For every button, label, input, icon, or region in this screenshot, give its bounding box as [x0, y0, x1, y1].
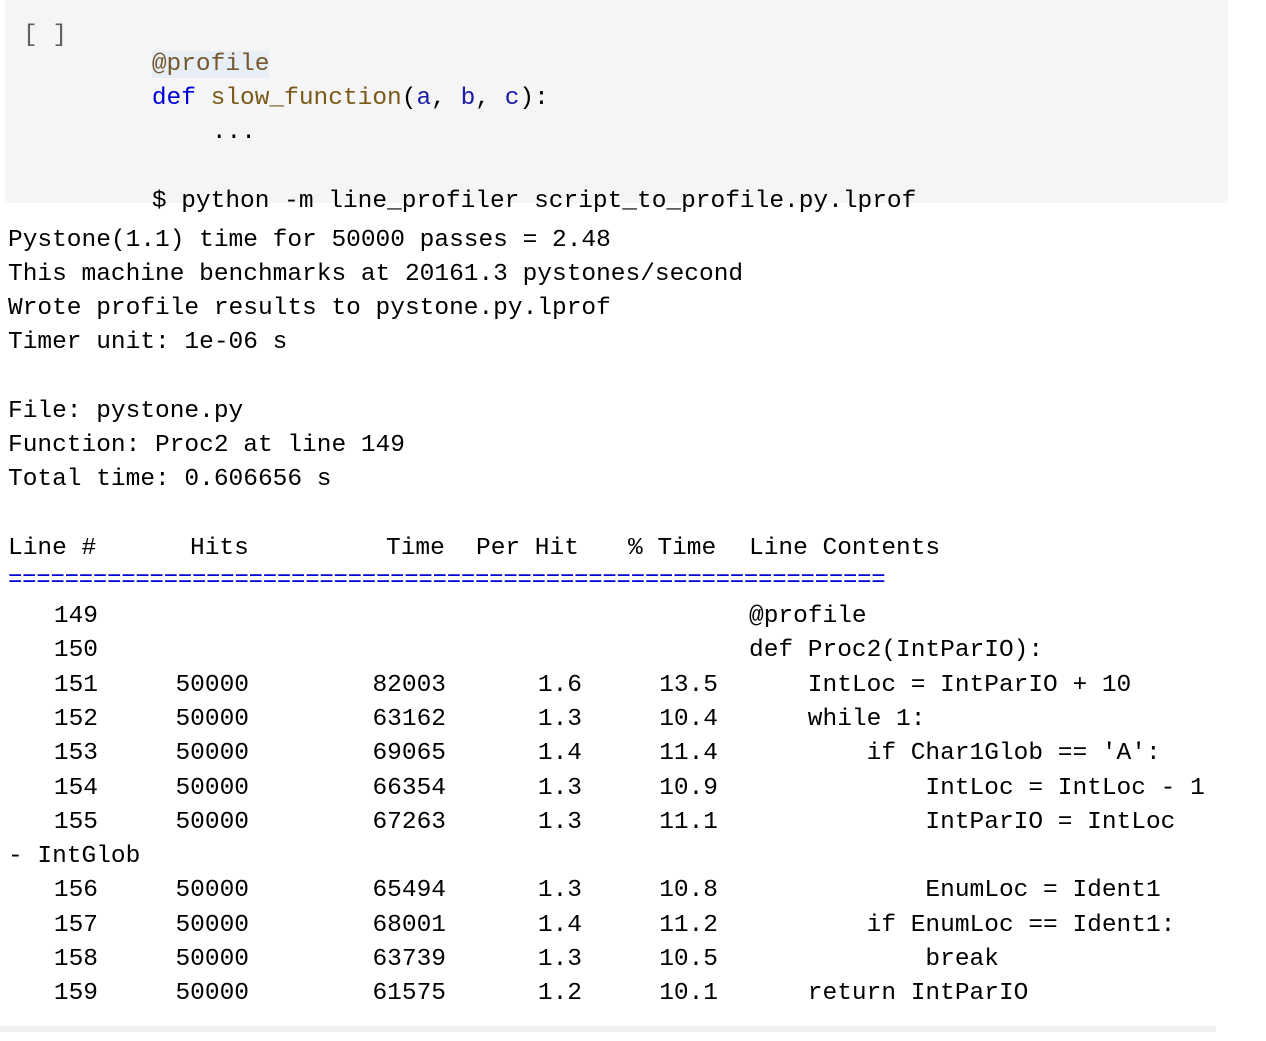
- cell-per-hit: 1.4: [537, 911, 582, 939]
- cell-line-contents: return IntParIO: [749, 980, 1029, 1008]
- cell-line-contents: IntLoc = IntParIO + 10: [749, 671, 1132, 699]
- file-info-line-1: File: pystone.py: [8, 398, 244, 425]
- comma-2: ,: [475, 85, 505, 112]
- cell-line-contents: EnumLoc = Ident1: [749, 877, 1161, 905]
- table-row: 149 @profile: [8, 602, 1258, 632]
- cell-line-number: 150: [53, 637, 98, 665]
- cell-hits: 50000: [175, 774, 249, 802]
- cell-time: 82003: [372, 671, 446, 699]
- cell-pct-time: 13.5: [659, 671, 718, 699]
- summary-line-2: This machine benchmarks at 20161.3 pysto…: [8, 261, 744, 288]
- cell-time: 63162: [372, 705, 446, 733]
- comma-1: ,: [431, 85, 461, 112]
- cell-pct-time: 11.1: [659, 808, 718, 836]
- summary-line-1: Pystone(1.1) time for 50000 passes = 2.4…: [8, 227, 611, 254]
- cell-line-number: 156: [53, 877, 98, 905]
- cell-line-contents: while 1:: [749, 705, 926, 733]
- cell-per-hit: 1.6: [537, 671, 582, 699]
- cell-time: 66354: [372, 774, 446, 802]
- cell-hits: 50000: [175, 980, 249, 1008]
- cell-line-number: 151: [53, 671, 98, 699]
- cell-pct-time: 11.4: [659, 740, 718, 768]
- cell-line-number: 154: [53, 774, 98, 802]
- cell-pct-time: 10.5: [659, 946, 718, 973]
- table-row: 158 50000 63739 1.3 10.5 break: [8, 945, 1258, 975]
- cell-pct-time: 10.1: [659, 980, 718, 1008]
- cell-line-contents: IntParIO = IntLoc: [749, 808, 1176, 836]
- cell-per-hit: 1.3: [537, 946, 582, 973]
- cell-time: 69065: [372, 740, 446, 768]
- cell-line-contents: if Char1Glob == 'A':: [749, 740, 1161, 768]
- cell-line-number: 149: [53, 603, 98, 630]
- close-paren-colon: ):: [519, 85, 549, 112]
- cell-hits: 50000: [175, 808, 249, 836]
- cell-prompt[interactable]: [ ]: [23, 22, 67, 49]
- arg-c: c: [504, 85, 520, 112]
- cell-line-number: 158: [53, 946, 98, 973]
- cell-pct-time: 10.9: [659, 774, 718, 802]
- open-paren: (: [401, 85, 417, 112]
- cell-line-number: 155: [53, 808, 98, 836]
- header-pct-time: % Time: [628, 535, 717, 562]
- header-hits: Hits: [190, 535, 249, 562]
- header-line-contents: Line Contents: [749, 535, 941, 562]
- cell-line-number: 159: [53, 980, 98, 1008]
- cell-pct-time: 10.8: [659, 877, 718, 905]
- table-header-row: Line # Hits Time Per Hit % Time Line Con…: [8, 534, 1258, 564]
- cell-time: 61575: [372, 980, 446, 1008]
- cell-line-contents: IntLoc = IntLoc - 1: [749, 774, 1205, 802]
- cell-line-contents: def Proc2(IntParIO):: [749, 637, 1044, 665]
- code-cell[interactable]: [ ] @profile def slow_function(a, b, c):…: [5, 0, 1228, 215]
- table-row: 156 50000 65494 1.3 10.8 EnumLoc = Ident1: [8, 876, 1258, 906]
- cell-per-hit: 1.3: [537, 774, 582, 802]
- table-row: 159 50000 61575 1.2 10.1 return IntParIO: [8, 979, 1258, 1009]
- cell-line-contents: @profile: [749, 603, 867, 630]
- shell-command: $ python -m line_profiler script_to_prof…: [151, 188, 917, 215]
- cell-pct-time: 11.2: [659, 911, 718, 939]
- cell-per-hit: 1.3: [537, 705, 582, 733]
- file-info-line-2: Function: Proc2 at line 149: [8, 432, 405, 459]
- cell-hits: 50000: [175, 877, 249, 905]
- cell-time: 67263: [372, 808, 446, 836]
- summary-line-3: Wrote profile results to pystone.py.lpro…: [8, 295, 611, 322]
- cell-hits: 50000: [175, 740, 249, 768]
- table-row: 150 def Proc2(IntParIO):: [8, 636, 1258, 666]
- cell-hits: 50000: [175, 911, 249, 939]
- table-row: - IntGlob: [8, 842, 1258, 872]
- cell-line-number: 157: [53, 911, 98, 939]
- table-row: 154 50000 66354 1.3 10.9 IntLoc = IntLoc - 1: [8, 774, 1258, 804]
- cell-hits: 50000: [175, 946, 249, 973]
- cell-per-hit: 1.3: [537, 808, 582, 836]
- cell-wrapped-contents: - IntGlob: [8, 843, 141, 871]
- table-row: 151 50000 82003 1.6 13.5 IntLoc = IntParIO +…: [8, 671, 1258, 701]
- table-row: 155 50000 67263 1.3 11.1 IntParIO = IntLoc: [8, 808, 1258, 838]
- cell-pct-time: 10.4: [659, 705, 718, 733]
- table-row: 157 50000 68001 1.4 11.2 if EnumLoc == Ident…: [8, 911, 1258, 941]
- cell-time: 65494: [372, 877, 446, 905]
- cell-hits: 50000: [175, 705, 249, 733]
- horizontal-scrollbar[interactable]: [0, 1026, 1216, 1032]
- arg-b: b: [460, 85, 476, 112]
- cell-per-hit: 1.3: [537, 877, 582, 905]
- cell-hits: 50000: [175, 671, 249, 699]
- cell-time: 63739: [372, 946, 446, 973]
- arg-a: a: [416, 85, 432, 112]
- header-time: Time: [386, 535, 445, 562]
- ellipsis: ...: [211, 119, 256, 146]
- table-separator: ========================================…: [8, 567, 886, 594]
- summary-line-4: Timer unit: 1e-06 s: [8, 329, 288, 356]
- cell-per-hit: 1.4: [537, 740, 582, 768]
- file-info-line-3: Total time: 0.606656 s: [8, 466, 332, 493]
- header-line-number: Line #: [8, 535, 97, 562]
- cell-line-contents: break: [749, 946, 999, 973]
- table-row: 153 50000 69065 1.4 11.4 if Char1Glob == 'A'…: [8, 739, 1258, 769]
- cell-line-number: 153: [53, 740, 98, 768]
- cell-line-number: 152: [53, 705, 98, 733]
- cell-line-contents: if EnumLoc == Ident1:: [749, 911, 1176, 939]
- table-row: 152 50000 63162 1.3 10.4 while 1:: [8, 705, 1258, 735]
- cell-time: 68001: [372, 911, 446, 939]
- header-per-hit: Per Hit: [476, 535, 579, 562]
- cell-per-hit: 1.2: [537, 980, 582, 1008]
